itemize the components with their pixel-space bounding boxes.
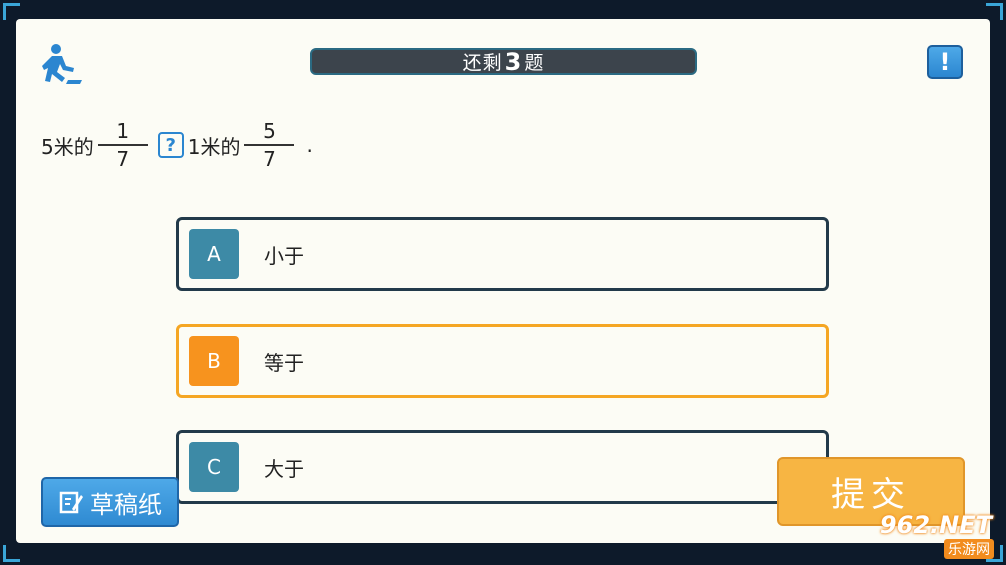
option-b-text: 等于 [264, 350, 304, 375]
edit-note-icon [59, 491, 83, 514]
option-b-key: B [189, 336, 239, 386]
watermark-sub: 乐游网 [944, 539, 994, 559]
progress-suffix: 题 [524, 52, 545, 74]
option-c-key: C [189, 442, 239, 492]
exit-runner-icon[interactable] [38, 42, 84, 86]
fraction-2-denominator: 7 [263, 146, 276, 171]
option-a-text: 小于 [264, 243, 304, 268]
fraction-2: 5 7 [244, 118, 295, 172]
scratch-paper-button[interactable]: 草稿纸 [41, 477, 179, 527]
fraction-1: 1 7 [97, 118, 148, 172]
question-part2: 1米的 [187, 134, 241, 159]
quiz-panel: 还剩 3 题 ! 5米的 1 7 ? 1米的 5 7 . A 小于 B 等于 C… [16, 19, 990, 543]
question-end: . [306, 133, 313, 157]
frame-corner [3, 3, 20, 20]
option-c-text: 大于 [264, 456, 304, 481]
question-part1: 5米的 [41, 134, 94, 159]
watermark-main: 962.NET [879, 511, 992, 539]
frame-corner [3, 545, 20, 562]
answer-blank: ? [157, 132, 184, 158]
option-c[interactable]: C 大于 [176, 430, 829, 504]
scratch-paper-label: 草稿纸 [90, 490, 162, 519]
question-text: 5米的 1 7 ? 1米的 5 7 . [41, 115, 313, 175]
frame-corner [986, 3, 1003, 20]
fraction-2-numerator: 5 [263, 119, 276, 144]
help-button[interactable]: ! [927, 45, 963, 79]
fraction-1-denominator: 7 [116, 146, 130, 171]
progress-prefix: 还剩 [462, 52, 503, 74]
exclamation-icon: ! [939, 48, 951, 76]
option-a-key: A [189, 229, 239, 279]
option-b[interactable]: B 等于 [176, 324, 829, 398]
watermark-logo: 962.NET 乐游网 [858, 507, 998, 563]
option-a[interactable]: A 小于 [176, 217, 829, 291]
remaining-questions-bar: 还剩 3 题 [310, 47, 697, 76]
progress-count: 3 [504, 47, 523, 76]
fraction-1-numerator: 1 [116, 119, 130, 144]
